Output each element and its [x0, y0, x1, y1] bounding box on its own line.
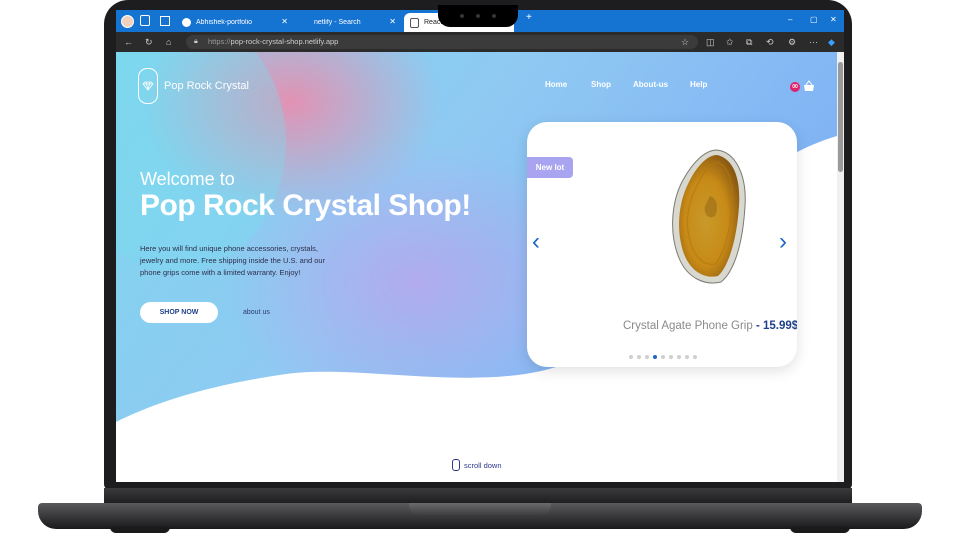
- extensions-icon[interactable]: ⚙: [788, 37, 796, 47]
- carousel-dot[interactable]: [637, 355, 641, 359]
- close-button[interactable]: ✕: [830, 15, 837, 24]
- scrollbar-thumb[interactable]: [838, 62, 843, 172]
- url-text: https://pop-rock-crystal-shop.netlify.ap…: [208, 37, 339, 46]
- carousel-next-arrow[interactable]: ›: [779, 230, 787, 254]
- collections-icon[interactable]: ⧉: [746, 37, 752, 47]
- hero-welcome: Welcome to: [140, 169, 235, 189]
- carousel-indicators: [629, 355, 697, 359]
- about-us-link[interactable]: about us: [243, 309, 270, 316]
- shop-now-button[interactable]: SHOP NOW: [140, 302, 218, 323]
- tab-label: netlify - Search: [314, 19, 361, 26]
- favorite-star-icon[interactable]: ☆: [681, 37, 689, 47]
- close-tab-icon[interactable]: ✕: [389, 17, 396, 26]
- laptop-foot: [790, 527, 850, 533]
- mouse-icon: [452, 459, 460, 471]
- laptop-lip: [409, 503, 551, 515]
- page-scrollbar[interactable]: [837, 52, 844, 482]
- carousel-prev-arrow[interactable]: ‹: [532, 230, 540, 254]
- hero-headline: Pop Rock Crystal Shop!: [140, 189, 471, 222]
- nav-home[interactable]: Home: [545, 80, 567, 89]
- home-icon[interactable]: ⌂: [166, 37, 171, 47]
- web-page: Pop Rock Crystal Home Shop About-us Help…: [116, 52, 837, 482]
- laptop-hinge: [104, 488, 852, 504]
- nav-about-us[interactable]: About-us: [633, 80, 668, 89]
- product-carousel: New lot ‹ › Crystal Agate Phone Grip - 1…: [527, 122, 797, 367]
- url-field[interactable]: 🔒︎ https://pop-rock-crystal-shop.netlify…: [186, 35, 698, 49]
- workspaces-icon[interactable]: [140, 15, 150, 26]
- hero-description: Here you will find unique phone accessor…: [140, 244, 326, 277]
- carousel-dot[interactable]: [693, 355, 697, 359]
- browser-window: Abhishek-portfolio ✕ netlify - Search ✕ …: [116, 10, 844, 482]
- address-bar: ← ↻ ⌂ 🔒︎ https://pop-rock-crystal-shop.n…: [116, 32, 844, 52]
- new-lot-badge: New lot: [527, 157, 573, 178]
- github-icon: [182, 18, 191, 27]
- carousel-dot[interactable]: [653, 355, 657, 359]
- nav-shop[interactable]: Shop: [591, 80, 611, 89]
- more-menu-icon[interactable]: ···: [809, 37, 818, 47]
- carousel-dot[interactable]: [661, 355, 665, 359]
- logo-badge: [138, 68, 158, 104]
- copilot-icon[interactable]: ◆: [828, 37, 835, 47]
- refresh-icon[interactable]: ↻: [145, 37, 153, 47]
- camera-notch: [438, 5, 518, 27]
- carousel-dot[interactable]: [677, 355, 681, 359]
- carousel-dot[interactable]: [645, 355, 649, 359]
- close-tab-icon[interactable]: ✕: [281, 17, 288, 26]
- carousel-dot[interactable]: [685, 355, 689, 359]
- logo-text: Pop Rock Crystal: [164, 80, 249, 92]
- lock-icon[interactable]: 🔒︎: [194, 37, 198, 47]
- site-logo[interactable]: Pop Rock Crystal: [138, 68, 249, 104]
- tab-portfolio[interactable]: Abhishek-portfolio ✕: [176, 13, 294, 32]
- carousel-dot[interactable]: [629, 355, 633, 359]
- split-screen-icon[interactable]: ◫: [706, 37, 715, 47]
- page-icon: [410, 17, 419, 28]
- product-title: Crystal Agate Phone Grip - 15.99$: [623, 320, 797, 332]
- tab-label: Abhishek-portfolio: [196, 19, 253, 26]
- diamond-icon: [142, 81, 154, 91]
- nav-help[interactable]: Help: [690, 80, 707, 89]
- tab-actions-icon[interactable]: [160, 16, 170, 26]
- scroll-down-hint[interactable]: scroll down: [452, 459, 502, 471]
- scroll-down-label: scroll down: [464, 460, 502, 470]
- search-icon: [300, 18, 309, 27]
- shopping-basket-icon[interactable]: [803, 80, 815, 92]
- minimize-button[interactable]: –: [788, 15, 792, 24]
- product-price: 15.99$: [763, 320, 797, 332]
- agate-product-image: [672, 149, 746, 284]
- cart-count-badge: 00: [790, 82, 800, 92]
- tab-netlify-search[interactable]: netlify - Search ✕: [294, 13, 402, 32]
- maximize-button[interactable]: ▢: [810, 15, 818, 24]
- new-tab-button[interactable]: +: [526, 12, 532, 23]
- back-icon[interactable]: ←: [124, 37, 133, 47]
- history-icon[interactable]: ⟲: [766, 37, 774, 47]
- favorites-icon[interactable]: ✩: [726, 37, 734, 47]
- laptop-foot: [110, 527, 170, 533]
- carousel-dot[interactable]: [669, 355, 673, 359]
- profile-avatar[interactable]: [121, 15, 134, 28]
